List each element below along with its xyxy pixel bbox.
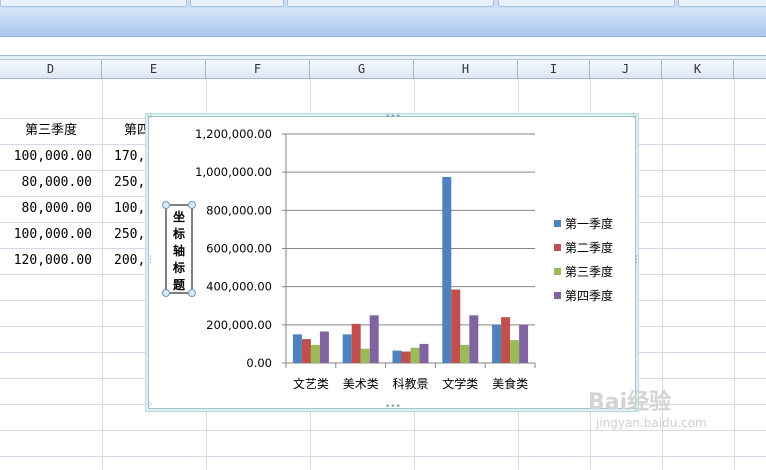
bar[interactable] bbox=[442, 176, 452, 363]
bar[interactable] bbox=[401, 351, 411, 363]
bar[interactable] bbox=[392, 350, 402, 363]
legend-label[interactable]: 第三季度 bbox=[565, 264, 613, 279]
bar[interactable] bbox=[310, 344, 320, 363]
cell-d-value[interactable]: 80,000.00 bbox=[0, 170, 92, 196]
y-axis-title-char: 题 bbox=[173, 278, 186, 292]
column-header-h[interactable]: H bbox=[414, 60, 518, 79]
x-tick-label: 文艺类 bbox=[293, 376, 329, 391]
cell-d-value[interactable]: 80,000.00 bbox=[0, 196, 92, 222]
bar[interactable] bbox=[492, 324, 502, 363]
legend-swatch[interactable] bbox=[554, 220, 561, 227]
column-header-j[interactable]: J bbox=[590, 60, 662, 79]
ribbon-top-strip bbox=[0, 0, 766, 8]
selection-handle[interactable] bbox=[188, 289, 196, 297]
y-tick-label: 1,200,000.00 bbox=[195, 127, 272, 141]
x-tick-label: 科教景 bbox=[392, 376, 428, 391]
watermark-logo: Bai经验 bbox=[588, 390, 672, 415]
y-tick-label: 800,000.00 bbox=[206, 203, 272, 217]
bar-chart[interactable]: 坐标轴标题 0.00200,000.00400,000.00600,000.00… bbox=[149, 117, 635, 408]
legend-label[interactable]: 第一季度 bbox=[565, 216, 613, 231]
grid-hline bbox=[0, 456, 766, 457]
bar[interactable] bbox=[342, 334, 352, 363]
bar[interactable] bbox=[410, 347, 420, 363]
ribbon-button-4[interactable] bbox=[498, 0, 675, 7]
legend-label[interactable]: 第二季度 bbox=[565, 240, 613, 255]
cell-e-header[interactable]: 第四 bbox=[124, 118, 148, 144]
bar[interactable] bbox=[351, 323, 361, 363]
ribbon-button-5[interactable] bbox=[678, 0, 766, 7]
bar[interactable] bbox=[319, 331, 329, 363]
ribbon-button-3[interactable] bbox=[287, 0, 494, 7]
y-axis-title[interactable]: 坐标轴标题 bbox=[162, 201, 196, 297]
bar[interactable] bbox=[519, 324, 529, 363]
bar[interactable] bbox=[369, 315, 379, 363]
bar[interactable] bbox=[301, 339, 311, 363]
bar[interactable] bbox=[451, 289, 461, 363]
legend-swatch[interactable] bbox=[554, 268, 561, 275]
legend-swatch[interactable] bbox=[554, 244, 561, 251]
selection-handle[interactable] bbox=[162, 201, 170, 209]
legend-label[interactable]: 第四季度 bbox=[565, 288, 613, 303]
y-axis-title-char: 轴 bbox=[173, 243, 185, 258]
x-tick-label: 文学类 bbox=[442, 376, 478, 391]
ribbon-button-1[interactable] bbox=[0, 0, 187, 7]
column-header-l[interactable] bbox=[734, 60, 766, 79]
cell-d-value[interactable]: 120,000.00 bbox=[0, 248, 92, 274]
bar[interactable] bbox=[469, 315, 479, 363]
cell-e-value[interactable]: 100,0 bbox=[114, 196, 148, 222]
cell-e-value[interactable]: 170,0 bbox=[114, 144, 148, 170]
bar[interactable] bbox=[360, 348, 370, 363]
column-header-d[interactable]: D bbox=[0, 60, 102, 79]
column-header-g[interactable]: G bbox=[310, 60, 414, 79]
cell-d-value[interactable]: 100,000.00 bbox=[0, 144, 92, 170]
bar[interactable] bbox=[292, 334, 302, 363]
formula-bar[interactable] bbox=[0, 37, 766, 56]
x-tick-label: 美食类 bbox=[492, 376, 528, 391]
x-tick-label: 美术类 bbox=[343, 377, 379, 391]
y-tick-label: 400,000.00 bbox=[206, 280, 272, 294]
cell-e-value[interactable]: 250,0 bbox=[114, 170, 148, 196]
bar[interactable] bbox=[501, 317, 511, 363]
y-tick-label: 200,000.00 bbox=[206, 318, 272, 332]
cell-e-value[interactable]: 200,0 bbox=[114, 248, 148, 274]
y-tick-label: 0.00 bbox=[246, 356, 272, 370]
cell-e-value[interactable]: 250,0 bbox=[114, 222, 148, 248]
bar[interactable] bbox=[460, 344, 470, 363]
y-tick-label: 600,000.00 bbox=[206, 242, 272, 256]
legend-swatch[interactable] bbox=[554, 292, 561, 299]
ribbon-button-2[interactable] bbox=[190, 0, 284, 7]
chart-object[interactable]: ••• ••• ⋮ ⋮ ⁘ ⁘ ⁘ ⁘ 坐标轴标题 0.00 200,000.00… bbox=[146, 113, 641, 412]
cell-d-value[interactable]: 100,000.00 bbox=[0, 222, 92, 248]
column-header-i[interactable]: I bbox=[518, 60, 590, 79]
y-axis-title-char: 标 bbox=[172, 226, 185, 241]
column-header-f[interactable]: F bbox=[206, 60, 310, 79]
y-axis-title-char: 坐 bbox=[173, 209, 185, 224]
column-header-e[interactable]: E bbox=[102, 60, 206, 79]
y-axis-title-char: 标 bbox=[172, 260, 185, 275]
grid-hline bbox=[0, 430, 766, 431]
selection-handle[interactable] bbox=[188, 201, 196, 209]
column-header-k[interactable]: K bbox=[662, 60, 734, 79]
cell-d-header[interactable]: 第三季度 bbox=[0, 118, 102, 144]
bar[interactable] bbox=[419, 343, 429, 363]
bar[interactable] bbox=[510, 340, 520, 363]
watermark-url: jingyan.baidu.com bbox=[596, 416, 707, 430]
ribbon-group-band bbox=[0, 8, 766, 37]
selection-handle[interactable] bbox=[162, 289, 170, 297]
y-tick-label: 1,000,000.00 bbox=[195, 165, 272, 179]
